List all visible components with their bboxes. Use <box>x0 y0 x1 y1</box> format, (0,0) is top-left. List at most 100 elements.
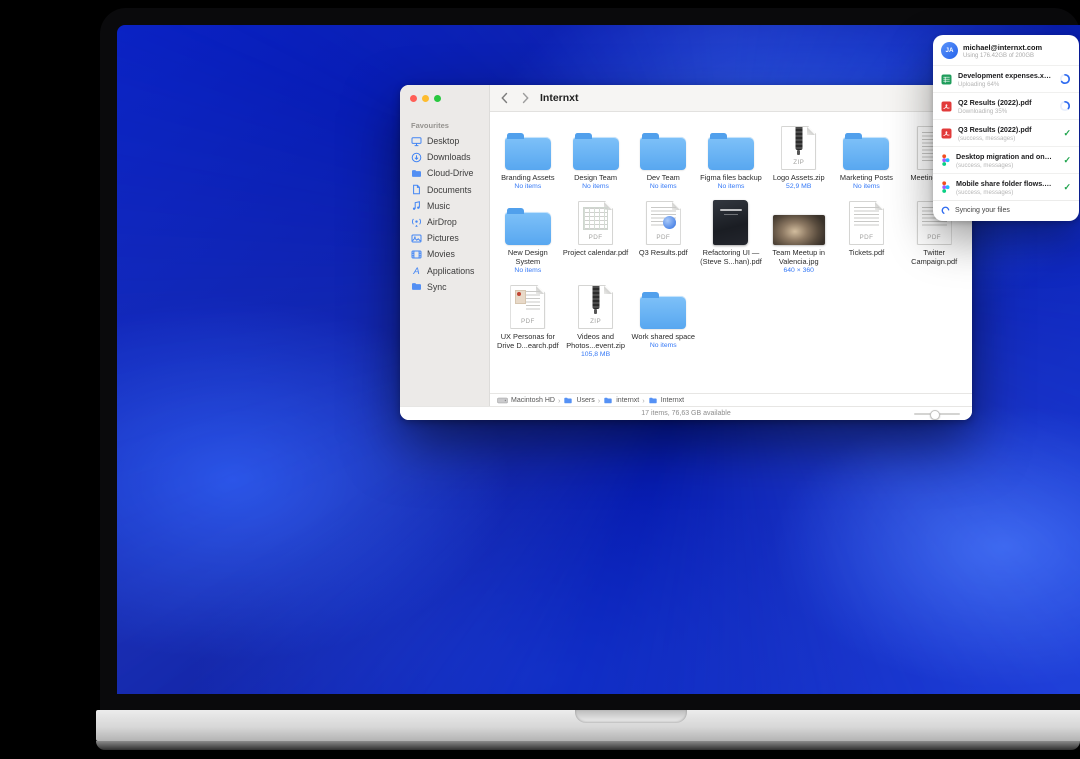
path-crumb-label: Internxt <box>661 397 684 404</box>
account-info: michael@internxt.com Using 176.42GB of 2… <box>963 43 1042 59</box>
path-crumb[interactable]: Users <box>563 396 594 405</box>
sync-item-name: Q2 Results (2022).pdf <box>958 98 1032 107</box>
folder-icon <box>640 137 686 170</box>
folder-icon <box>573 137 619 170</box>
slider-knob[interactable] <box>930 410 940 420</box>
sidebar-item[interactable]: A Applications <box>400 263 489 279</box>
crumb-folder-icon <box>563 396 573 405</box>
file-item[interactable]: Figma files backup No items <box>698 124 764 191</box>
file-item[interactable]: Work shared space No items <box>630 283 696 359</box>
path-crumb[interactable]: internxt <box>603 396 639 405</box>
forward-button[interactable] <box>521 92 530 104</box>
sidebar-item[interactable]: Sync <box>400 279 489 295</box>
file-item[interactable]: PDF Project calendar.pdf <box>563 199 629 275</box>
file-item[interactable]: Branding Assets No items <box>495 124 561 191</box>
path-crumb-label: internxt <box>616 397 639 404</box>
file-name: Tickets.pdf <box>833 248 899 257</box>
folder <box>698 124 764 170</box>
image <box>766 199 832 245</box>
sidebar-item[interactable]: Desktop <box>400 133 489 149</box>
sidebar-item[interactable]: Cloud-Drive <box>400 165 489 181</box>
pdf-persona: PDF <box>495 283 561 329</box>
folder-blue-icon <box>411 281 422 292</box>
path-separator: › <box>558 396 561 405</box>
file-item[interactable]: PDF UX Personas for Drive D...earch.pdf <box>495 283 561 359</box>
sync-item-row[interactable]: Development expenses.xlsx Uploading 64% <box>933 65 1079 92</box>
sidebar-item-label: Downloads <box>427 152 471 162</box>
sync-spinner-icon <box>941 206 950 215</box>
file-name: Marketing Posts <box>833 173 899 182</box>
sidebar-item-label: AirDrop <box>427 217 457 227</box>
file-item[interactable]: ZIP Logo Assets.zip 52,9 MB <box>766 124 832 191</box>
pdf-chart-file-icon: PDF <box>646 201 681 245</box>
path-crumb-group: internxt › <box>603 396 644 405</box>
sidebar-item-label: Movies <box>427 249 455 259</box>
sync-item-row[interactable]: Q3 Results (2022).pdf (success, messages… <box>933 119 1079 146</box>
sidebar-item[interactable]: AirDrop <box>400 214 489 230</box>
folder-icon <box>640 296 686 329</box>
documents-icon <box>411 184 422 195</box>
sync-item-text: Q2 Results (2022).pdf Downloading 35% <box>958 98 1032 115</box>
path-crumb[interactable]: Macintosh HD <box>497 396 555 405</box>
avatar[interactable]: JA <box>941 42 958 59</box>
sync-item-name: Mobile share folder flows.fig <box>956 179 1052 188</box>
sidebar-items: Desktop Downloads Cloud-Drive Documents … <box>400 133 489 295</box>
path-crumb[interactable]: Internxt <box>648 396 684 405</box>
pdf-file-icon: PDF <box>849 201 884 245</box>
sync-item-row[interactable]: Q2 Results (2022).pdf Downloading 35% <box>933 92 1079 119</box>
minimize-button[interactable] <box>422 95 429 102</box>
file-name: New Design System <box>495 248 561 266</box>
file-item[interactable]: Dev Team No items <box>630 124 696 191</box>
file-name: Figma files backup <box>698 173 764 182</box>
sidebar-item-label: Desktop <box>427 136 459 146</box>
finder-window[interactable]: Favourites Desktop Downloads Cloud-Drive… <box>400 85 972 420</box>
folder <box>630 124 696 170</box>
sidebar-item[interactable]: Downloads <box>400 149 489 165</box>
file-name: Q3 Results.pdf <box>630 248 696 257</box>
progress-spinner-icon <box>1059 73 1071 85</box>
zoom-button[interactable] <box>434 95 441 102</box>
sidebar-item[interactable]: Movies <box>400 246 489 262</box>
icon-size-slider[interactable] <box>914 410 960 418</box>
status-bar: 17 items, 76,63 GB available <box>400 406 972 420</box>
folder <box>833 124 899 170</box>
file-item[interactable]: New Design System No items <box>495 199 561 275</box>
sync-item-row[interactable]: Desktop migration and onboardi... (succe… <box>933 146 1079 173</box>
window-title: Internxt <box>540 92 579 104</box>
file-meta: No items <box>630 183 696 191</box>
file-meta: No items <box>630 342 696 350</box>
storage-usage: Using 176.42GB of 200GB <box>963 53 1042 59</box>
file-item[interactable]: Team Meetup in Valencia.jpg 640 × 360 <box>766 199 832 275</box>
path-crumb-group: Macintosh HD › <box>497 396 560 405</box>
sidebar-item[interactable]: Pictures <box>400 230 489 246</box>
folder <box>495 199 561 245</box>
file-item[interactable]: PDF Tickets.pdf <box>833 199 899 275</box>
crumb-folder-icon <box>603 396 613 405</box>
image-thumbnail-icon <box>773 215 825 245</box>
file-name: Logo Assets.zip <box>766 173 832 182</box>
sync-item-row[interactable]: Mobile share folder flows.fig (success, … <box>933 173 1079 200</box>
file-item[interactable]: Marketing Posts No items <box>833 124 899 191</box>
file-item[interactable]: PDF Q3 Results.pdf <box>630 199 696 275</box>
sync-item-detail: Downloading 35% <box>958 108 1032 115</box>
pdf-red-icon <box>941 101 952 112</box>
file-item[interactable]: ZIP Videos and Photos...event.zip 105,8 … <box>563 283 629 359</box>
back-button[interactable] <box>500 92 509 104</box>
sync-footer-label: Syncing your files <box>955 207 1010 214</box>
sidebar-item-label: Applications <box>427 266 474 276</box>
book <box>698 199 764 245</box>
sidebar-item[interactable]: Music <box>400 198 489 214</box>
close-button[interactable] <box>410 95 417 102</box>
file-item[interactable]: Refactoring UI — (Steve S...han).pdf <box>698 199 764 275</box>
nav-controls <box>500 92 530 104</box>
check-icon: ✓ <box>1063 128 1071 139</box>
progress-spinner-icon <box>1059 100 1071 112</box>
sidebar-item[interactable]: Documents <box>400 182 489 198</box>
sidebar-item-label: Music <box>427 201 450 211</box>
downloads-icon <box>411 152 422 163</box>
folder-icon <box>505 212 551 245</box>
file-meta: No items <box>563 183 629 191</box>
path-bar: Macintosh HD › Users › internxt › Intern… <box>490 393 972 406</box>
sync-item-name: Q3 Results (2022).pdf <box>958 125 1032 134</box>
file-item[interactable]: Design Team No items <box>563 124 629 191</box>
